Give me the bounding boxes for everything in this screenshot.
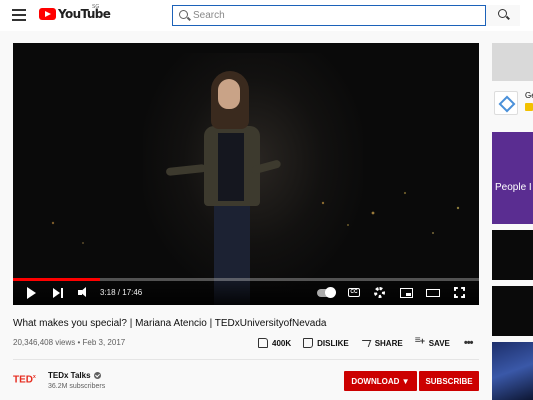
player-controls: 3:18 / 17:46 CC	[13, 278, 479, 305]
play-icon[interactable]	[27, 287, 37, 299]
action-bar: 400K DISLIKE SHARE SAVE •••	[258, 335, 474, 349]
volume-icon[interactable]	[78, 287, 92, 299]
save-label: SAVE	[428, 338, 450, 348]
settings-gear-icon[interactable]	[374, 287, 385, 298]
autoplay-toggle[interactable]	[317, 287, 336, 298]
verified-check-icon	[93, 372, 101, 379]
thumbnail-text: People I	[495, 182, 532, 193]
divider	[13, 359, 479, 360]
video-meta: 20,346,408 views • Feb 3, 2017	[13, 338, 126, 347]
like-count: 400K	[272, 338, 292, 348]
channel-avatar[interactable]: TEDx	[13, 374, 36, 385]
related-video-thumbnail[interactable]: People I	[492, 132, 533, 224]
youtube-logo[interactable]: YouTube SG	[39, 4, 111, 21]
search-button-icon	[498, 9, 507, 18]
region-label: SG	[92, 4, 100, 10]
video-title: What makes you special? | Mariana Atenci…	[13, 318, 327, 329]
share-button[interactable]: SHARE	[361, 338, 403, 348]
hamburger-menu-icon[interactable]	[12, 9, 26, 21]
channel-name-link[interactable]: TEDx Talks	[48, 371, 101, 380]
ad-brand-icon	[494, 91, 518, 115]
thumb-up-icon	[258, 338, 268, 348]
time-display: 3:18 / 17:46	[100, 288, 143, 297]
search-box	[172, 5, 486, 26]
channel-name: TEDx Talks	[48, 371, 91, 380]
channel-logo-sup: x	[33, 374, 36, 380]
top-bar: YouTube SG	[0, 0, 533, 31]
share-icon	[361, 338, 371, 348]
next-icon[interactable]	[53, 287, 65, 299]
search-input[interactable]	[193, 8, 481, 23]
dislike-button[interactable]: DISLIKE	[303, 338, 349, 348]
progress-bar[interactable]	[13, 278, 479, 281]
search-button[interactable]	[486, 5, 520, 26]
sidebar-ad-info[interactable]: Ge	[492, 89, 533, 117]
miniplayer-icon[interactable]	[400, 288, 413, 298]
channel-logo-text: TED	[13, 374, 33, 386]
youtube-play-icon	[39, 8, 56, 20]
progress-bar-fill	[13, 278, 100, 281]
save-button[interactable]: SAVE	[415, 335, 450, 348]
sidebar-ad-thumbnail[interactable]	[492, 43, 533, 81]
fullscreen-icon[interactable]	[454, 287, 465, 298]
download-button[interactable]: DOWNLOAD ▼	[344, 371, 417, 391]
speaker-figure	[165, 71, 282, 305]
captions-icon[interactable]: CC	[348, 288, 360, 297]
theater-mode-icon[interactable]	[426, 289, 440, 297]
more-options-icon[interactable]: •••	[464, 337, 474, 349]
thumb-down-icon	[303, 338, 314, 348]
subscriber-count: 36.2M subscribers	[48, 383, 106, 390]
like-button[interactable]: 400K	[258, 338, 291, 348]
related-video-thumbnail[interactable]	[492, 342, 533, 400]
related-sidebar: Ge People I	[492, 31, 533, 400]
dislike-label: DISLIKE	[317, 338, 349, 348]
video-player[interactable]	[13, 43, 479, 305]
logo-text: YouTube	[58, 7, 111, 21]
ad-badge	[525, 103, 533, 111]
related-video-thumbnail[interactable]	[492, 286, 533, 336]
subscribe-button[interactable]: SUBSCRIBE	[419, 371, 479, 391]
share-label: SHARE	[374, 338, 403, 348]
playlist-add-icon	[415, 335, 425, 348]
related-video-thumbnail[interactable]	[492, 230, 533, 280]
ad-title: Ge	[525, 91, 533, 100]
search-icon	[179, 10, 188, 19]
